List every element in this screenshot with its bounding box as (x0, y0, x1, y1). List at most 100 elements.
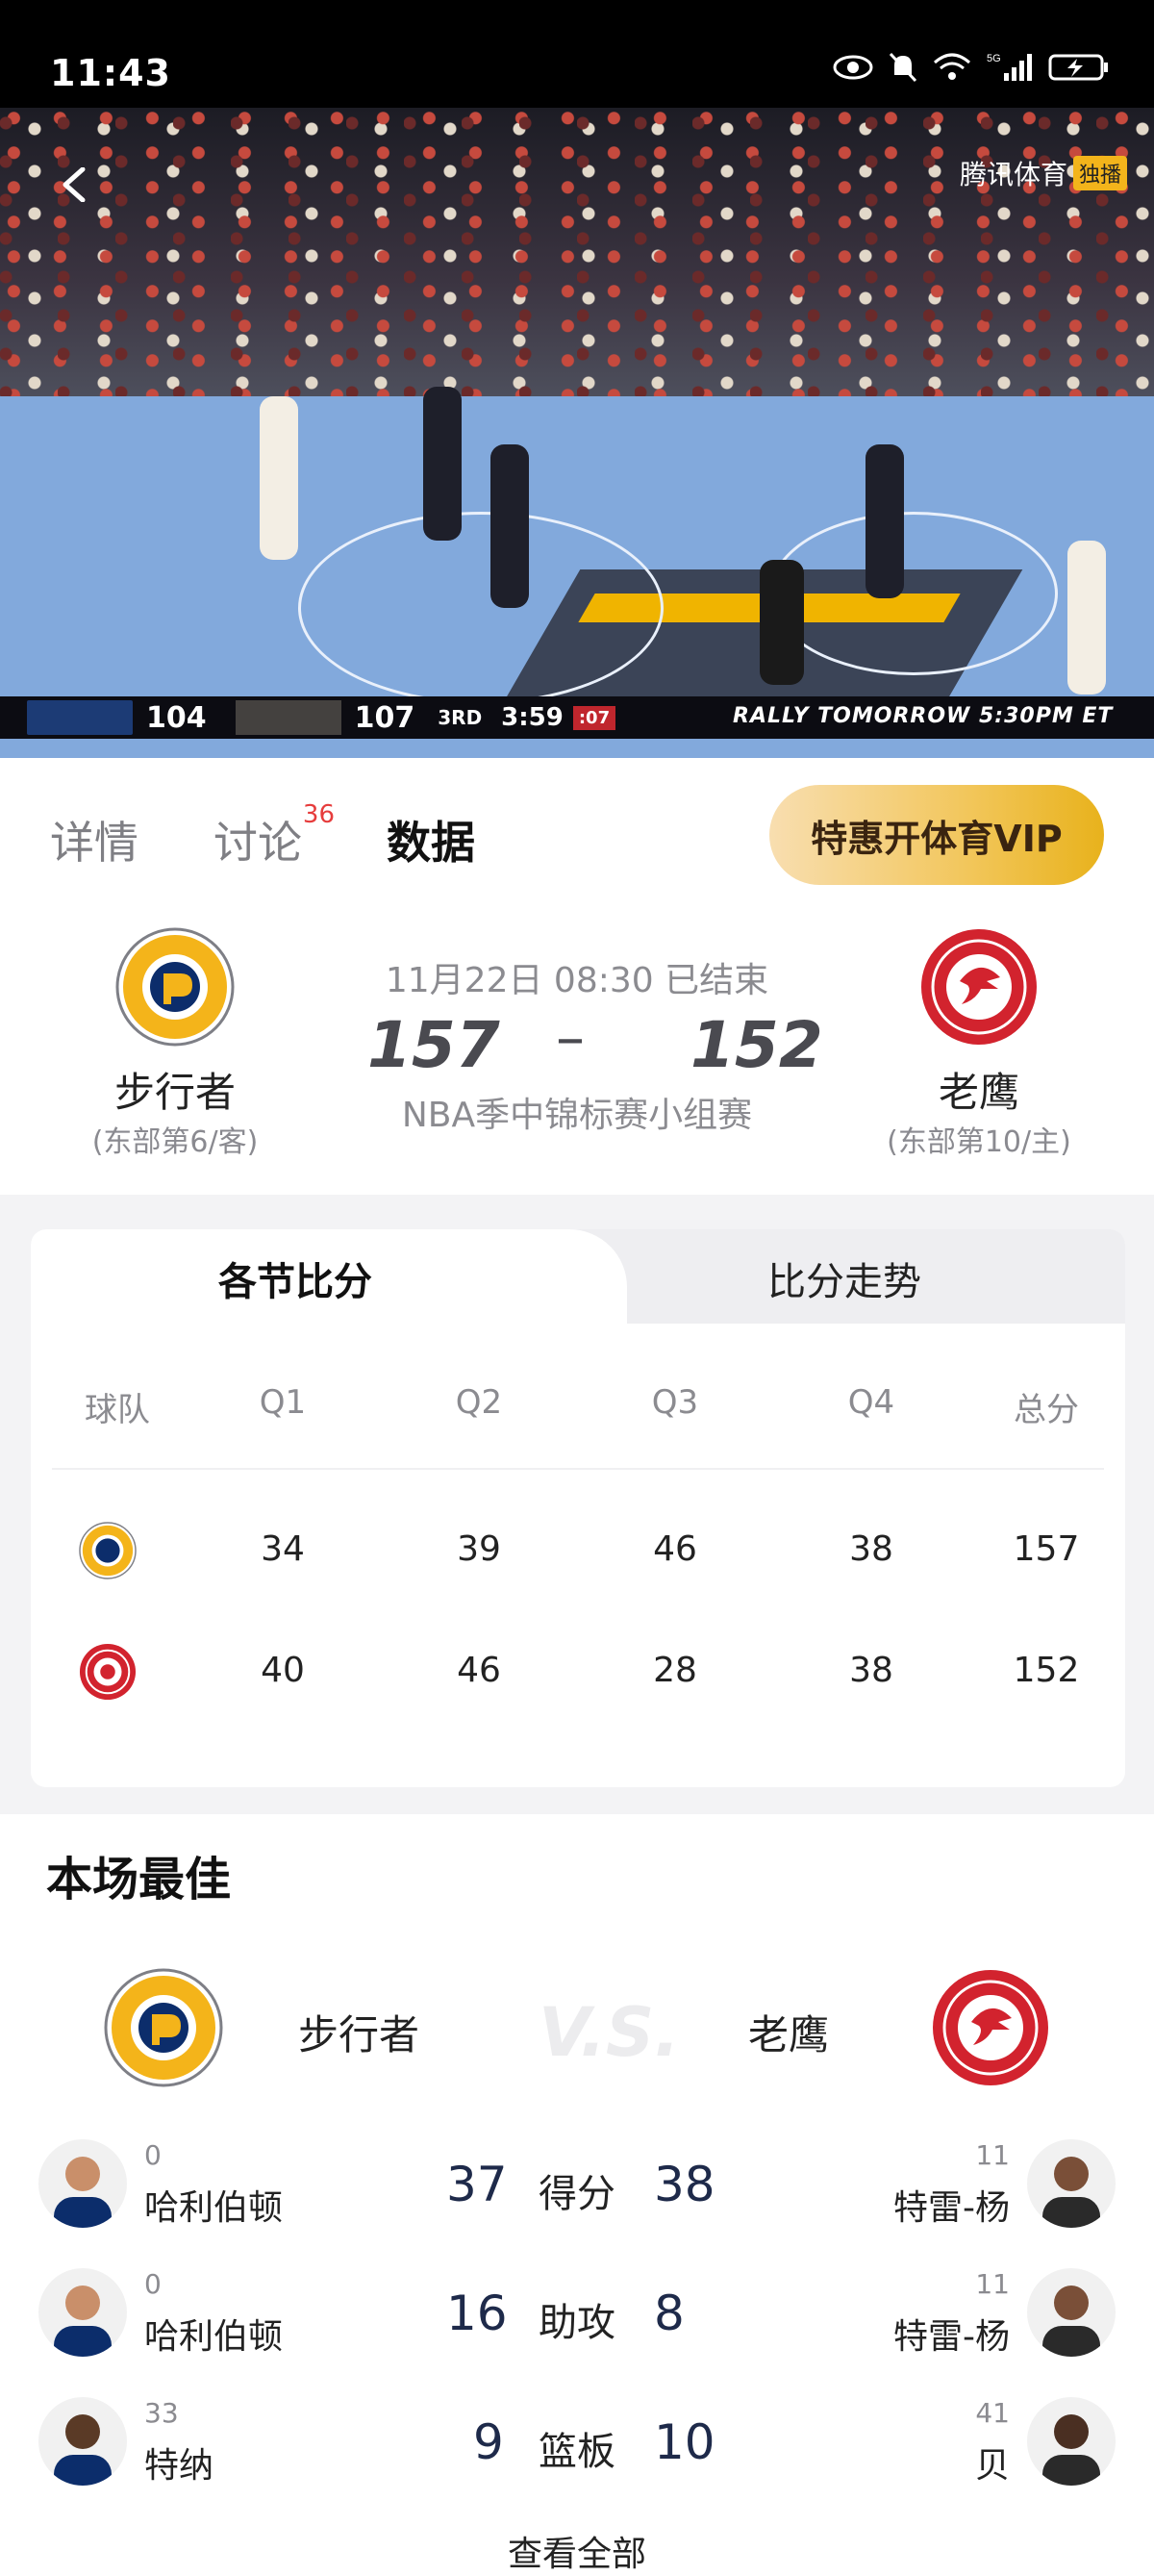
away-score: 157 (367, 1008, 500, 1082)
header-team: 球队 (85, 1391, 150, 1429)
best-row-points[interactable]: 0 哈利伯顿 37 得分 38 11 特雷-杨 (0, 2135, 1154, 2241)
table-cell: 157 (1013, 1529, 1080, 1569)
header-q1: Q1 (259, 1383, 307, 1422)
watermark-tag: 独播 (1072, 156, 1127, 190)
best-row-assists[interactable]: 0 哈利伯顿 16 助攻 8 11 特雷-杨 (0, 2264, 1154, 2370)
right-stat-value: 10 (654, 2414, 715, 2470)
tab-quarter-scores[interactable]: 各节比分 (218, 1250, 372, 1306)
table-divider (52, 1468, 1104, 1470)
stat-label: 助攻 (539, 2301, 615, 2345)
home-team-name[interactable]: 老鹰 (835, 1060, 1123, 1119)
player-name[interactable]: 特雷-杨 (893, 2309, 1010, 2359)
scorebug-pacers: 104 (0, 696, 220, 739)
player-name[interactable]: 贝 (975, 2437, 1010, 2488)
tab-data-label: 数据 (387, 817, 475, 869)
left-stat-value: 37 (446, 2157, 508, 2212)
player-number: 11 (975, 2139, 1010, 2171)
tab-score-trend[interactable]: 比分走势 (767, 1250, 921, 1306)
watermark-text: 腾讯体育 (959, 159, 1067, 190)
video-court-line (769, 512, 1058, 675)
player-avatar (1027, 2397, 1116, 2486)
tab-details[interactable]: 详情 (50, 808, 138, 871)
mute-bell-icon (889, 52, 917, 83)
right-stat-value: 38 (654, 2157, 715, 2212)
table-cell: 152 (1013, 1651, 1080, 1690)
header-q2: Q2 (455, 1383, 503, 1422)
hawks-logo[interactable] (919, 927, 1039, 1047)
player-number: 0 (144, 2268, 162, 2300)
tab-discussion-label: 讨论 (213, 817, 302, 869)
battery-icon (1048, 54, 1108, 81)
player-name[interactable]: 特雷-杨 (893, 2180, 1010, 2230)
header-total: 总分 (1014, 1391, 1079, 1429)
player-number: 11 (975, 2268, 1010, 2300)
tab-data[interactable]: 数据 (387, 808, 475, 871)
table-cell: 34 (261, 1529, 305, 1569)
scorebug-shot-clock: :07 (572, 705, 616, 730)
match-header: 步行者 (东部第6/客) 11月22日 08:30 已结束 157 – 152 … (0, 904, 1154, 1193)
video-crowd (0, 108, 1154, 396)
table-cell: 38 (849, 1529, 893, 1569)
home-team-rank: (东部第10/主) (887, 1125, 1071, 1159)
pacers-row-logo (79, 1522, 137, 1579)
table-cell: 39 (457, 1529, 501, 1569)
score-separator: – (556, 1004, 585, 1072)
left-stat-value: 16 (446, 2286, 508, 2341)
table-cell: 46 (653, 1529, 697, 1569)
hawks-scorebug-logo (235, 700, 341, 735)
scorebug-quarter: 3RD (438, 706, 483, 729)
video-player-figure (760, 560, 804, 685)
wifi-icon (934, 53, 970, 80)
signal-5g-icon: 5G (987, 53, 1032, 81)
video-player-figure (490, 444, 529, 608)
player-number: 0 (144, 2139, 162, 2171)
view-all-link[interactable]: 查看全部 (0, 2526, 1154, 2576)
scorebug-away-score: 107 (354, 700, 415, 735)
video-player-figure (260, 396, 298, 560)
status-time: 11:43 (50, 52, 171, 94)
tab-details-label: 详情 (50, 817, 138, 869)
best-row-rebounds[interactable]: 33 特纳 9 篮板 10 41 贝 (0, 2393, 1154, 2499)
scorebug-hawks: 107 (220, 696, 429, 739)
player-name[interactable]: 特纳 (144, 2437, 213, 2488)
left-stat-value: 9 (473, 2414, 504, 2470)
broadcast-scorebug: 104 107 3RD 3:59 :07 RALLY TOMORROW 5:30… (0, 696, 1154, 739)
table-cell: 38 (849, 1651, 893, 1690)
pacers-scorebug-logo (27, 700, 133, 735)
pacers-logo[interactable] (115, 927, 235, 1047)
away-team-rank: (东部第6/客) (91, 1125, 259, 1159)
table-cell: 40 (261, 1651, 305, 1690)
video-player-figure (423, 387, 462, 541)
away-team-name[interactable]: 步行者 (31, 1060, 319, 1119)
video-court-line (298, 512, 664, 704)
detail-tabs: 详情 讨论 36 数据 特惠开体育VIP (0, 781, 1154, 887)
player-number: 41 (975, 2397, 1010, 2429)
back-arrow-icon[interactable] (58, 167, 92, 202)
pacers-logo-best (104, 1968, 223, 2087)
player-avatar (1027, 2139, 1116, 2228)
header-q4: Q4 (847, 1383, 895, 1422)
player-avatar (38, 2268, 127, 2357)
player-name[interactable]: 哈利伯顿 (144, 2180, 283, 2230)
scorebug-promo: RALLY TOMORROW 5:30PM ET (733, 704, 1114, 728)
status-bar: 11:43 5G (0, 0, 1154, 108)
status-icons: 5G (833, 52, 1110, 83)
tab-discussion[interactable]: 讨论 36 (213, 800, 335, 871)
right-stat-value: 8 (654, 2286, 685, 2341)
hawks-row-logo (79, 1643, 137, 1701)
best-right-team: 老鹰 (748, 2011, 830, 2058)
discussion-count-badge: 36 (302, 800, 335, 829)
table-cell: 28 (653, 1651, 697, 1690)
table-cell: 46 (457, 1651, 501, 1690)
match-league: NBA季中锦标赛小组赛 (401, 1096, 753, 1135)
video-player[interactable]: 腾讯体育 独播 104 107 3RD 3:59 :07 RALLY TOMOR… (0, 108, 1154, 758)
stat-label: 得分 (539, 2172, 615, 2216)
home-score: 152 (690, 1008, 823, 1082)
player-avatar (38, 2397, 127, 2486)
player-name[interactable]: 哈利伯顿 (144, 2309, 283, 2359)
vip-button[interactable]: 特惠开体育VIP (769, 785, 1104, 885)
svg-text:5G: 5G (987, 53, 1001, 64)
best-left-team: 步行者 (298, 2011, 420, 2058)
stat-label: 篮板 (539, 2430, 615, 2474)
player-number: 33 (144, 2397, 179, 2429)
